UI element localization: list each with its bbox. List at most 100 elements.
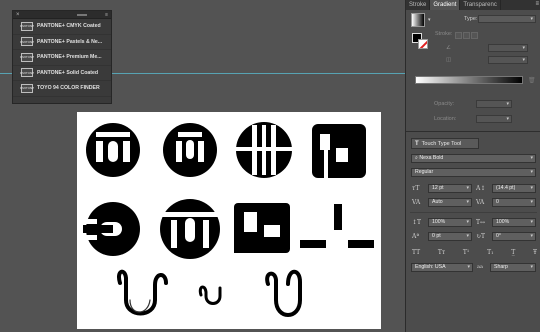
stroke-along-icon[interactable] [463,32,470,39]
angle-icon: ∠ [446,45,451,51]
panel-menu-icon[interactable]: ≡ [533,0,540,10]
library-item[interactable]: PANTONE PANTONE+ Solid Coated [13,66,111,81]
aspect-ratio-icon: ◫ [446,57,452,63]
type-style-buttons: TT Tт T¹ T₁ T̲ Ŧ [412,249,537,256]
character-panel: T Touch Type Tool ⌕ Nexa Bold Regular ᴛT… [406,133,540,332]
leading-icon: A↕ [476,185,486,192]
tracking-icon: VA [476,199,485,206]
tab-gradient[interactable]: Gradient [430,0,461,10]
rotation-value: 0° [496,233,501,239]
divider [406,131,540,132]
baseline-shift-icon: Aª [412,233,420,240]
horizontal-scale-field[interactable]: 100% [492,218,536,227]
font-size-field[interactable]: 12 pt [428,184,472,193]
leading-value: (14.4 pt) [496,185,516,191]
gradient-slider[interactable] [415,76,523,84]
font-size-value: 12 pt [432,185,444,191]
library-item[interactable]: PANTONE PANTONE+ Pastels & Ne... [13,35,111,50]
library-item-label: PANTONE+ Solid Coated [37,69,99,76]
glyph-squares-block[interactable] [234,203,290,253]
touch-type-icon: T [415,140,419,147]
library-item-label: TOYO 94 COLOR FINDER [37,85,100,92]
glyph-bars[interactable] [300,204,374,248]
aspect-ratio-select[interactable] [488,56,528,64]
divider [410,212,537,213]
trash-icon[interactable]: 🗑 [528,77,536,84]
type-label: Type: [464,16,478,22]
opacity-label: Opacity: [434,101,455,107]
library-book-icon: PANTONE [20,83,34,93]
library-book-icon: PANTONE [20,68,34,78]
swatch-library-panel: × ≡ PANTONE PANTONE+ CMYK Coated PANTONE… [12,10,112,104]
font-family-value: Nexa Bold [419,155,444,161]
glyph-w-circle[interactable] [160,199,220,259]
library-item-label: PANTONE+ CMYK Coated [37,23,101,30]
glyph-m-square[interactable] [312,124,366,178]
tab-transparency[interactable]: Transparenc [460,0,501,10]
stroke-gradient-options[interactable] [455,32,478,39]
tracking-value: 0 [496,199,499,205]
stroke-across-icon[interactable] [471,32,478,39]
panel-header[interactable]: × ≡ [13,11,111,19]
baseline-shift-value: 0 pt [432,233,441,239]
leading-field[interactable]: (14.4 pt) [492,184,536,193]
kerning-field[interactable]: Auto [428,198,472,207]
all-caps-icon[interactable]: TT [412,249,420,256]
drag-grip-icon[interactable] [77,13,88,16]
tracking-field[interactable]: 0 [492,198,536,207]
library-item[interactable]: PANTONE TOYO 94 COLOR FINDER [13,81,111,97]
angle-select[interactable] [488,44,528,52]
touch-type-label: Touch Type Tool [421,140,462,147]
tab-stroke[interactable]: Stroke [406,0,431,10]
close-icon[interactable]: × [16,11,20,19]
font-style-value: Regular [415,169,434,175]
font-family-field[interactable]: ⌕ Nexa Bold [411,154,536,163]
vertical-scale-field[interactable]: 100% [428,218,472,227]
chevron-down-icon[interactable]: ▾ [428,17,431,23]
language-value: English: USA [415,264,446,270]
glyph-u-circle[interactable] [163,123,217,177]
gradient-swatch[interactable] [411,13,425,27]
opacity-select[interactable] [476,100,512,108]
antialias-icon: aa [477,264,483,270]
stroke-none-swatch[interactable] [418,39,428,49]
antialias-value: Sharp [494,264,508,270]
horizontal-scale-value: 100% [496,219,510,225]
superscript-icon[interactable]: T¹ [463,249,469,256]
library-book-icon: PANTONE [20,37,34,47]
library-book-icon: PANTONE [20,21,34,31]
library-item[interactable]: PANTONE PANTONE+ Premium Me... [13,50,111,66]
horizontal-scale-icon: T↔ [476,219,486,226]
font-style-field[interactable]: Regular [411,168,536,177]
font-size-icon: ᴛT [412,185,420,192]
library-item-label: PANTONE+ Premium Me... [37,54,102,61]
library-item-label: PANTONE+ Pastels & Ne... [37,38,103,45]
rotation-field[interactable]: 0° [492,232,536,241]
kerning-value: Auto [432,199,443,205]
panel-menu-icon[interactable]: ≡ [105,12,108,18]
rotation-icon: ↻T [476,233,486,240]
glyph-e-circle[interactable] [83,202,140,256]
vertical-scale-icon: ↕T [412,219,422,226]
language-select[interactable]: English: USA [411,263,473,272]
strikethrough-icon[interactable]: Ŧ [533,249,537,256]
library-book-icon: PANTONE [20,52,34,62]
glyph-h-circle[interactable] [236,122,292,178]
library-item[interactable]: PANTONE PANTONE+ CMYK Coated [13,19,111,35]
touch-type-button[interactable]: T Touch Type Tool [411,138,479,149]
subscript-icon[interactable]: T₁ [487,249,493,256]
underline-icon[interactable]: T̲ [511,249,515,256]
glyph-outline-strokes[interactable] [117,269,302,317]
glyph-m-circle[interactable] [86,123,140,177]
stroke-label: Stroke: [435,31,453,37]
location-select[interactable] [476,115,512,123]
antialias-select[interactable]: Sharp [490,263,536,272]
small-caps-icon[interactable]: Tт [438,249,445,256]
kerning-icon: VA [412,199,421,206]
stroke-within-icon[interactable] [455,32,462,39]
gradient-type-select[interactable] [478,15,536,23]
baseline-shift-field[interactable]: 0 pt [428,232,472,241]
location-label: Location: [434,116,457,122]
right-panel: Stroke Gradient Transparenc ≡ ▾ Type: St… [405,0,540,332]
vertical-scale-value: 100% [432,219,446,225]
